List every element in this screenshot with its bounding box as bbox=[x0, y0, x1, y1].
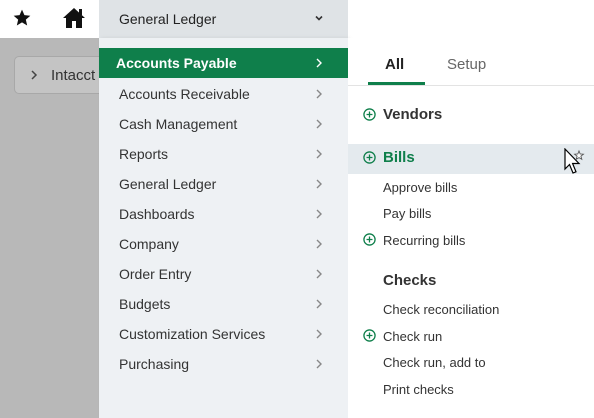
chevron-right-icon bbox=[31, 70, 38, 80]
breadcrumb-label: Intacct bbox=[51, 66, 96, 84]
menu-item-order-entry[interactable]: Order Entry bbox=[99, 259, 348, 289]
chevron-down-icon bbox=[315, 15, 323, 21]
module-dropdown-label: General Ledger bbox=[119, 11, 217, 27]
home-icon[interactable] bbox=[62, 7, 86, 29]
menu-item-customization-services[interactable]: Customization Services bbox=[99, 319, 348, 349]
menu-item-label: Company bbox=[119, 236, 179, 252]
chevron-right-icon bbox=[316, 299, 322, 309]
mouse-cursor-icon bbox=[564, 148, 585, 174]
menu-item-general-ledger[interactable]: General Ledger bbox=[99, 169, 348, 199]
chevron-right-icon bbox=[316, 209, 322, 219]
menu-item-label: Accounts Payable bbox=[116, 55, 237, 71]
add-circle-icon[interactable] bbox=[363, 108, 376, 121]
chevron-right-icon bbox=[316, 359, 322, 369]
check-run-add-to-link[interactable]: Check run, add to bbox=[383, 355, 486, 370]
vendors-heading[interactable]: Vendors bbox=[383, 106, 442, 123]
approve-bills-link[interactable]: Approve bills bbox=[383, 180, 457, 195]
menu-item-label: Accounts Receivable bbox=[119, 86, 250, 102]
menu-item-dashboards[interactable]: Dashboards bbox=[99, 199, 348, 229]
menu-item-company[interactable]: Company bbox=[99, 229, 348, 259]
tab-all[interactable]: All bbox=[385, 56, 404, 73]
menu-item-label: Dashboards bbox=[119, 206, 195, 222]
module-menu: Accounts Payable Accounts Receivable Cas… bbox=[99, 38, 348, 418]
page-overlay bbox=[0, 38, 99, 418]
check-reconciliation-link[interactable]: Check reconciliation bbox=[383, 302, 499, 317]
top-bar: General Ledger bbox=[0, 0, 594, 38]
add-circle-icon[interactable] bbox=[363, 151, 376, 164]
check-run-link[interactable]: Check run bbox=[383, 329, 442, 344]
menu-item-label: Reports bbox=[119, 146, 169, 162]
menu-item-label: Customization Services bbox=[119, 326, 266, 342]
menu-item-budgets[interactable]: Budgets bbox=[99, 289, 348, 319]
menu-item-cash-management[interactable]: Cash Management bbox=[99, 109, 348, 139]
menu-item-purchasing[interactable]: Purchasing bbox=[99, 349, 348, 379]
add-circle-icon[interactable] bbox=[363, 233, 376, 246]
pay-bills-link[interactable]: Pay bills bbox=[383, 206, 431, 221]
star-icon[interactable] bbox=[12, 8, 32, 28]
checks-heading: Checks bbox=[383, 272, 437, 289]
menu-item-label: Budgets bbox=[119, 296, 171, 312]
menu-item-label: Purchasing bbox=[119, 356, 190, 372]
bills-heading[interactable]: Bills bbox=[383, 149, 415, 166]
chevron-right-icon bbox=[316, 239, 322, 249]
chevron-right-icon bbox=[316, 119, 322, 129]
add-circle-icon[interactable] bbox=[363, 329, 376, 342]
module-dropdown[interactable]: General Ledger bbox=[99, 0, 348, 38]
menu-item-accounts-payable[interactable]: Accounts Payable bbox=[99, 48, 348, 78]
menu-item-accounts-receivable[interactable]: Accounts Receivable bbox=[99, 79, 348, 109]
menu-item-label: Cash Management bbox=[119, 116, 238, 132]
chevron-right-icon bbox=[316, 179, 322, 189]
recurring-bills-link[interactable]: Recurring bills bbox=[383, 233, 465, 248]
tabs-divider bbox=[348, 85, 594, 86]
submenu-panel: All Setup Vendors Bills Approve bills Pa… bbox=[348, 38, 594, 418]
chevron-right-icon bbox=[316, 329, 322, 339]
menu-item-label: Order Entry bbox=[119, 266, 192, 282]
chevron-right-icon bbox=[316, 149, 322, 159]
chevron-right-icon bbox=[316, 58, 322, 68]
menu-item-reports[interactable]: Reports bbox=[99, 139, 348, 169]
print-checks-link[interactable]: Print checks bbox=[383, 382, 454, 397]
tab-setup[interactable]: Setup bbox=[447, 56, 486, 73]
chevron-right-icon bbox=[316, 269, 322, 279]
chevron-right-icon bbox=[316, 89, 322, 99]
menu-item-label: General Ledger bbox=[119, 176, 217, 192]
